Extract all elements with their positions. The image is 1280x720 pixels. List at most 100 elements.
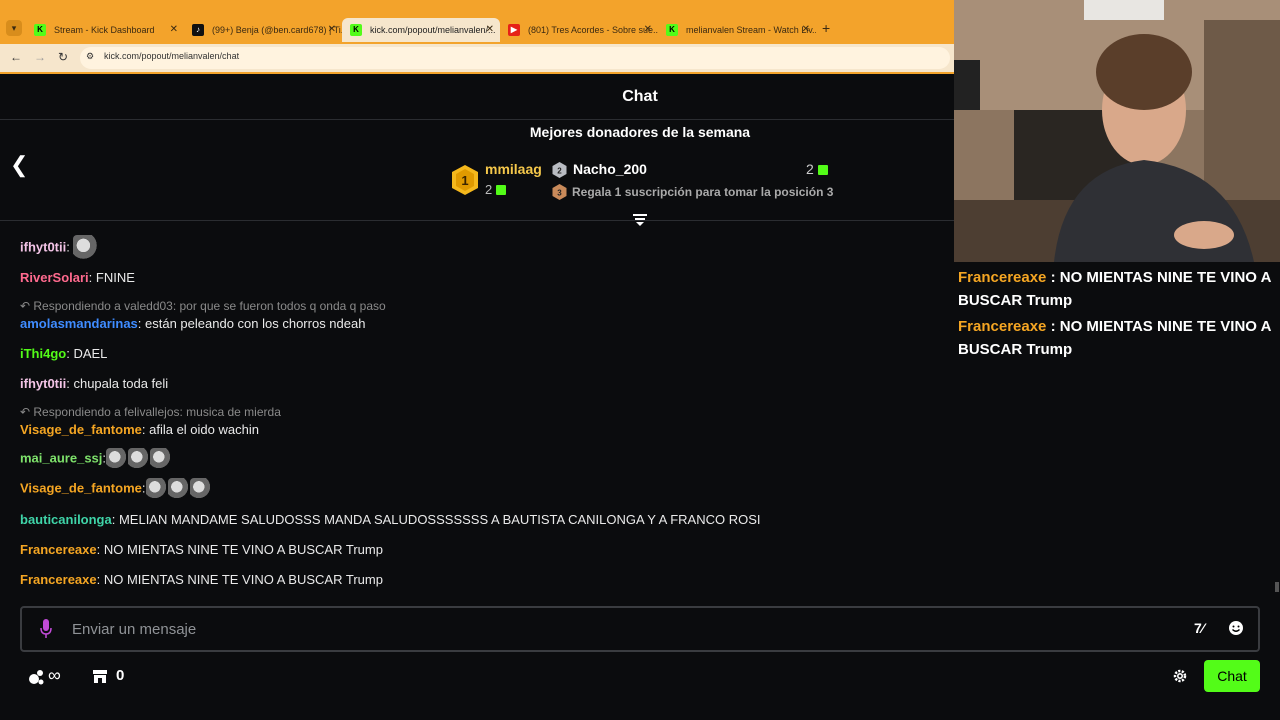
stream-overlay-chat: Francereaxe : NO MIENTAS NINE TE VINO A … (958, 266, 1276, 364)
emote (150, 448, 173, 470)
username[interactable]: mai_aure_ssj (20, 450, 102, 465)
browser-tab[interactable]: ♪ (99+) Benja (@ben.card678) | Ti... ✕ (184, 18, 342, 42)
webcam-feed (954, 0, 1280, 262)
youtube-icon: ▶ (508, 24, 520, 36)
close-icon[interactable]: ✕ (170, 18, 178, 42)
browser-tab[interactable]: ▶ (801) Tres Acordes - Sobre sue... ✕ (500, 18, 658, 42)
username[interactable]: RiverSolari (20, 270, 89, 285)
tab-search-button[interactable]: ▾ (6, 20, 22, 36)
svg-text:3: 3 (557, 189, 562, 198)
gift-sub-prompt[interactable]: Regala 1 suscripción para tomar la posic… (572, 185, 833, 199)
emoji-icon[interactable] (1228, 620, 1244, 636)
message-text: MELIAN MANDAME SALUDOSSS MANDA SALUDOSSS… (118, 512, 761, 527)
chat-message: Francereaxe: NO MIENTAS NINE TE VINO A B… (20, 542, 383, 557)
back-arrow-icon[interactable]: ❮ (10, 152, 28, 178)
reply-context[interactable]: ↶ Respondiendo a valedd03: por que se fu… (20, 299, 386, 313)
back-icon[interactable]: ← (10, 50, 22, 64)
donor-count: 2 (806, 161, 828, 177)
collapse-leaderboard-icon[interactable] (632, 213, 648, 227)
tab-title: kick.com/popout/melianvalen/... (370, 25, 496, 35)
tab-title: (801) Tres Acordes - Sobre sue... (528, 25, 658, 35)
browser-tab[interactable]: K melianvalen Stream - Watch Liv... ✕ (658, 18, 816, 42)
store-icon[interactable] (92, 668, 108, 684)
donor-name[interactable]: Nacho_200 (573, 161, 647, 177)
svg-text:1: 1 (461, 173, 468, 188)
translate-icon[interactable]: 7⁄ (1194, 620, 1204, 636)
username[interactable]: bauticanilonga (20, 512, 112, 527)
username[interactable]: Visage_de_fantome (20, 480, 142, 495)
reload-icon[interactable]: ↻ (58, 50, 68, 64)
donor-name[interactable]: mmilaag (485, 161, 542, 177)
donor-count: 2 (485, 182, 507, 197)
browser-tab[interactable]: K Stream - Kick Dashboard ✕ (26, 18, 184, 42)
username[interactable]: Visage_de_fantome (20, 422, 142, 437)
svg-text:2: 2 (557, 167, 562, 176)
forward-icon[interactable]: → (34, 50, 46, 64)
username[interactable]: amolasmandarinas (20, 316, 138, 331)
emote (128, 448, 151, 470)
chat-message: Visage_de_fantome: afila el oido wachin (20, 422, 259, 437)
emote (106, 448, 129, 470)
browser-tab-active[interactable]: K kick.com/popout/melianvalen/... ✕ (342, 18, 500, 42)
tab-title: melianvalen Stream - Watch Liv... (686, 25, 816, 35)
username[interactable]: iThi4go (20, 346, 66, 361)
kick-icon: K (666, 24, 678, 36)
emote (189, 478, 212, 500)
emote (167, 478, 190, 500)
overlay-message: Francereaxe : NO MIENTAS NINE TE VINO A … (958, 318, 1271, 358)
chat-message: ifhyt0tii: (20, 235, 100, 261)
chat-input[interactable]: Enviar un mensaje 7⁄ (20, 606, 1260, 652)
gear-icon[interactable] (1173, 669, 1187, 683)
message-text: NO MIENTAS NINE TE VINO A BUSCAR Trump (103, 572, 383, 587)
site-info-icon[interactable]: ⚙ (86, 51, 94, 62)
message-text: están peleando con los chorros ndeah (145, 316, 366, 331)
message-text: FNINE (95, 270, 135, 285)
close-icon[interactable]: ✕ (644, 18, 652, 42)
chat-message: ifhyt0tii: chupala toda feli (20, 376, 169, 391)
browser-tab-bar: ▾ K Stream - Kick Dashboard ✕ ♪ (99+) Be… (0, 0, 954, 44)
message-text: NO MIENTAS NINE TE VINO A BUSCAR Trump (103, 542, 383, 557)
close-icon[interactable]: ✕ (802, 18, 810, 42)
url-text: kick.com/popout/melianvalen/chat (104, 51, 240, 61)
chat-message: RiverSolari: FNINE (20, 270, 135, 285)
message-text: afila el oido wachin (149, 422, 259, 437)
store-value: 0 (116, 667, 125, 684)
divider (0, 220, 954, 221)
channel-points-icon[interactable] (28, 668, 46, 686)
scrollbar[interactable] (1275, 582, 1279, 592)
close-icon[interactable]: ✕ (328, 18, 336, 42)
chat-message: Francereaxe: NO MIENTAS NINE TE VINO A B… (20, 572, 383, 587)
gift-icon (496, 185, 507, 195)
username[interactable]: Francereaxe (20, 542, 97, 557)
message-text: DAEL (73, 346, 108, 361)
chat-message: mai_aure_ssj: (20, 448, 173, 470)
chat-message: amolasmandarinas: están peleando con los… (20, 316, 366, 331)
bronze-medal-icon: 3 (552, 184, 567, 200)
chat-message: bauticanilonga: MELIAN MANDAME SALUDOSSS… (20, 512, 761, 527)
divider (0, 119, 954, 120)
gold-medal-icon: 1 (452, 165, 478, 195)
emote (145, 478, 168, 500)
close-icon[interactable]: ✕ (486, 18, 494, 42)
kick-icon: K (34, 24, 46, 36)
username[interactable]: ifhyt0tii (20, 239, 66, 254)
reply-icon: ↶ (20, 405, 34, 419)
points-value: ∞ (48, 665, 61, 685)
tab-title: Stream - Kick Dashboard (54, 25, 155, 35)
silver-medal-icon: 2 (552, 162, 567, 178)
tiktok-icon: ♪ (192, 24, 204, 36)
username[interactable]: ifhyt0tii (20, 376, 66, 391)
chat-message: iThi4go: DAEL (20, 346, 108, 361)
chat-send-button[interactable]: Chat (1204, 660, 1260, 692)
message-text: chupala toda feli (73, 376, 169, 391)
overlay-message: Francereaxe : NO MIENTAS NINE TE VINO A … (958, 269, 1271, 309)
input-placeholder: Enviar un mensaje (72, 621, 197, 638)
reply-icon: ↶ (20, 299, 34, 313)
kick-icon: K (350, 24, 362, 36)
emote (73, 235, 100, 261)
new-tab-button[interactable]: + (822, 20, 830, 36)
reply-context[interactable]: ↶ Respondiendo a felivallejos: musica de… (20, 405, 281, 419)
address-bar: ← → ↻ ⚙ kick.com/popout/melianvalen/chat (0, 44, 954, 72)
username[interactable]: Francereaxe (20, 572, 97, 587)
microphone-icon[interactable] (40, 619, 52, 639)
